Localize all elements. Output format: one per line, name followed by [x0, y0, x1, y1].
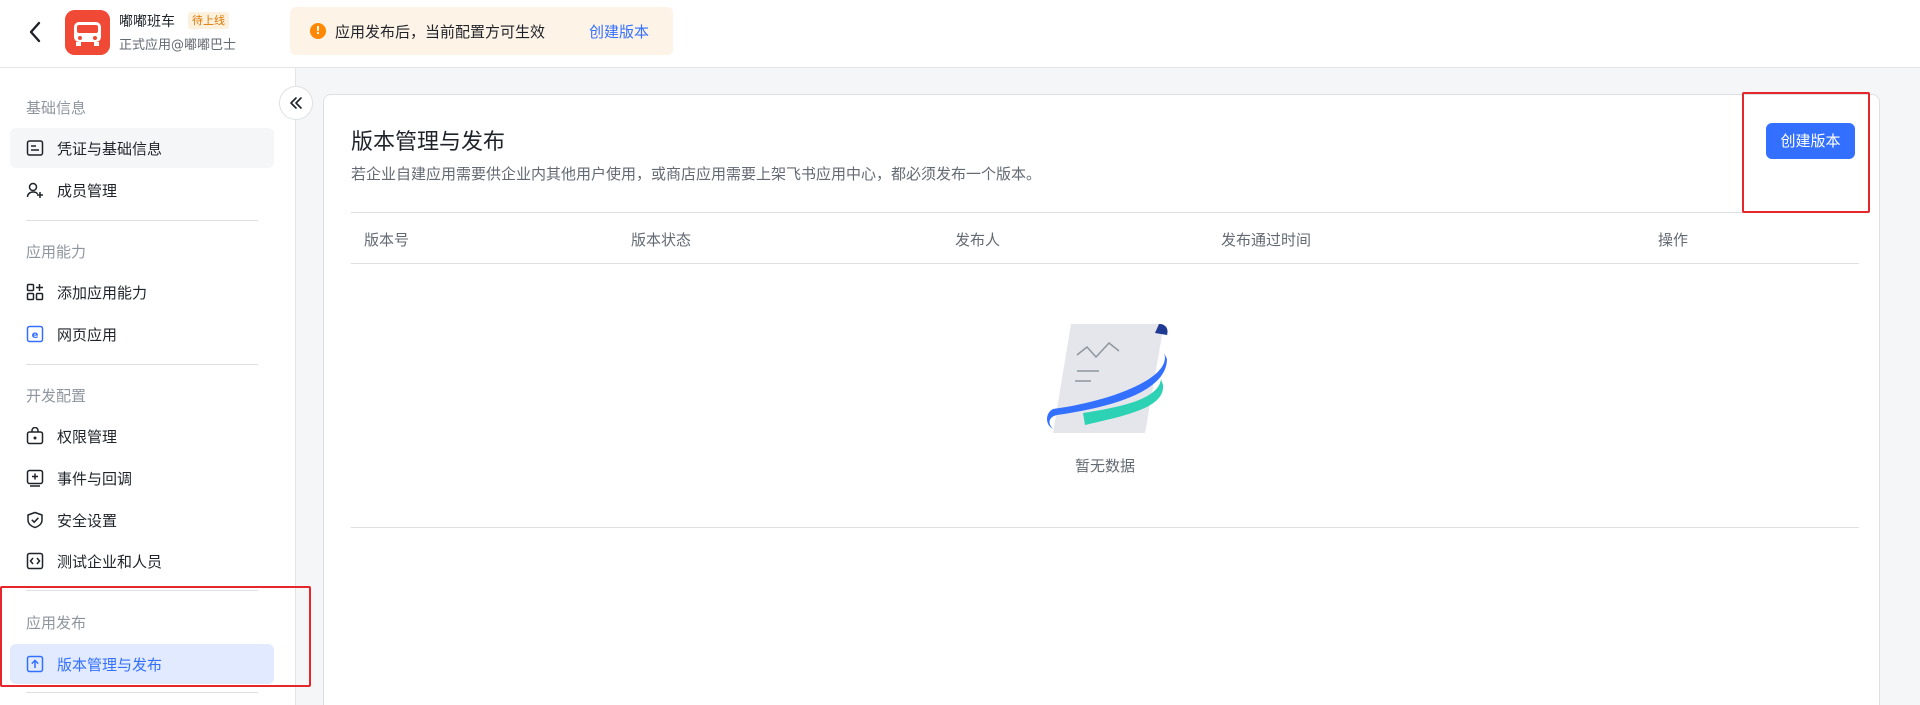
sidebar-item-label: 权限管理 [57, 428, 118, 446]
page-title: 版本管理与发布 [351, 130, 506, 155]
permission-icon [26, 427, 44, 445]
sidebar-item-security[interactable]: 安全设置 [10, 500, 274, 540]
column-actions: 操作 [1658, 231, 1689, 249]
sidebar: 基础信息 凭证与基础信息 成员管理 应用能力 添加应用能力 e 网页应用 开发配… [0, 68, 296, 705]
table-header: 版本号 版本状态 发布人 发布通过时间 操作 [351, 212, 1859, 264]
warning-icon: ! [310, 23, 326, 39]
sidebar-item-add-capability[interactable]: 添加应用能力 [10, 272, 274, 312]
notice-text: 应用发布后，当前配置方可生效 [335, 23, 546, 41]
sidebar-item-label: 安全设置 [57, 512, 118, 530]
sidebar-item-label: 添加应用能力 [57, 284, 148, 302]
version-management-card: 版本管理与发布 若企业自建应用需要供企业内其他用户使用，或商店应用需要上架飞书应… [323, 94, 1880, 705]
divider [26, 364, 258, 365]
top-header: 嘟嘟班车 待上线 正式应用@嘟嘟巴士 ! 应用发布后，当前配置方可生效 创建版本 [0, 0, 1920, 68]
column-version-number: 版本号 [364, 231, 410, 249]
sidebar-item-members[interactable]: 成员管理 [10, 170, 274, 210]
status-badge: 待上线 [188, 12, 229, 29]
sidebar-item-label: 事件与回调 [57, 470, 133, 488]
double-chevron-left-icon [290, 97, 302, 109]
column-version-status: 版本状态 [631, 231, 692, 249]
upload-icon [26, 655, 44, 673]
sidebar-item-label: 成员管理 [57, 182, 118, 200]
code-icon [26, 552, 44, 570]
sidebar-item-version-management[interactable]: 版本管理与发布 [10, 644, 274, 684]
sidebar-item-label: 凭证与基础信息 [57, 140, 163, 158]
event-callback-icon [26, 469, 44, 487]
divider [26, 220, 258, 221]
sidebar-item-events[interactable]: 事件与回调 [10, 458, 274, 498]
svg-text:e: e [32, 330, 39, 341]
empty-state: 暂无数据 [351, 264, 1859, 528]
shield-icon [27, 511, 43, 529]
column-publisher: 发布人 [955, 231, 1001, 249]
sidebar-item-test-company[interactable]: 测试企业和人员 [10, 541, 274, 581]
group-title-publish: 应用发布 [26, 614, 87, 632]
divider [26, 590, 258, 591]
sidebar-item-label: 网页应用 [57, 326, 118, 344]
sidebar-item-label: 测试企业和人员 [57, 553, 163, 571]
app-name: 嘟嘟班车 [119, 14, 175, 30]
empty-text: 暂无数据 [1074, 457, 1135, 475]
sidebar-item-web-app[interactable]: e 网页应用 [10, 314, 274, 354]
sidebar-item-permissions[interactable]: 权限管理 [10, 416, 274, 456]
create-version-button[interactable]: 创建版本 [1766, 123, 1855, 159]
notice-create-version-link[interactable]: 创建版本 [589, 21, 649, 42]
divider [26, 692, 258, 693]
sidebar-item-label: 版本管理与发布 [57, 656, 163, 674]
sidebar-item-credentials[interactable]: 凭证与基础信息 [10, 128, 274, 168]
add-capability-icon [26, 283, 44, 301]
web-app-icon: e [26, 325, 44, 343]
app-logo [65, 10, 110, 55]
app-subtitle: 正式应用@嘟嘟巴士 [119, 38, 237, 53]
member-add-icon [26, 182, 43, 198]
group-title-capability: 应用能力 [26, 243, 87, 261]
group-title-basic: 基础信息 [26, 99, 87, 117]
back-arrow-icon[interactable] [24, 18, 48, 46]
group-title-dev-config: 开发配置 [26, 387, 87, 405]
empty-document-illustration [1047, 324, 1168, 433]
column-publish-time: 发布通过时间 [1221, 231, 1312, 249]
collapse-sidebar-button[interactable] [279, 86, 313, 120]
credential-icon [26, 140, 44, 156]
publish-notice: ! 应用发布后，当前配置方可生效 创建版本 [290, 7, 673, 55]
page-description: 若企业自建应用需要供企业内其他用户使用，或商店应用需要上架飞书应用中心，都必须发… [351, 165, 1042, 183]
version-table: 版本号 版本状态 发布人 发布通过时间 操作 暂无数据 [351, 212, 1859, 528]
